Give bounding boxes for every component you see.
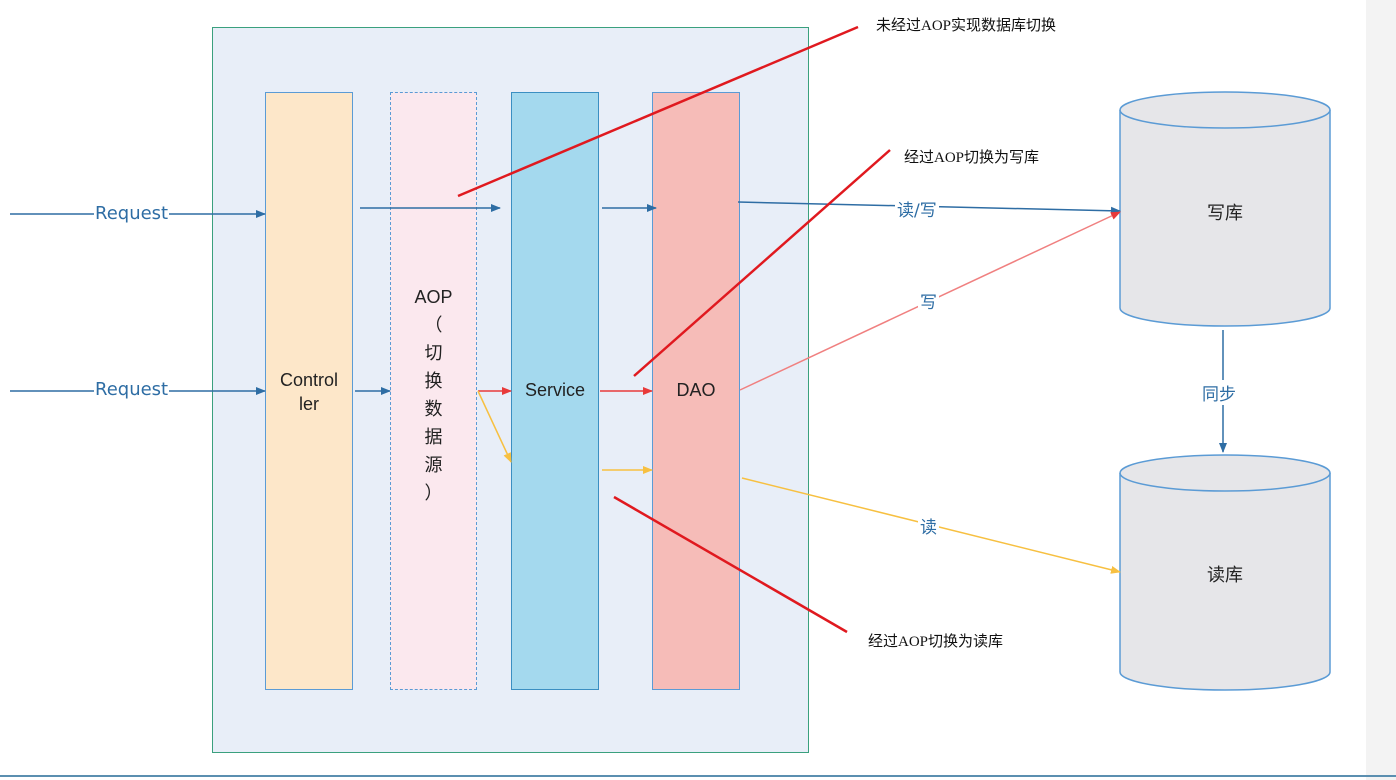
aop-label-line: 切 <box>424 343 443 363</box>
service-label: Service <box>524 380 586 400</box>
controller-label: Control ler <box>279 370 339 414</box>
aop-label-line: （ <box>424 315 443 335</box>
request-label-2: Request <box>94 379 170 400</box>
aop-label-line: ） <box>424 483 443 503</box>
architecture-diagram: Request Request Control ler AOP （ 切 换 数 … <box>0 0 1396 780</box>
write-db-label: 写库 <box>1207 203 1243 224</box>
read-db-label: 读库 <box>1207 565 1243 586</box>
note-line-no-aop <box>457 25 859 198</box>
aop-label-line: AOP <box>414 287 453 307</box>
request-label-1: Request <box>94 203 170 224</box>
note-aop-read: 经过AOP切换为读库 <box>868 634 1004 650</box>
note-line-aop-write <box>633 149 891 377</box>
aop-label-line: 数 <box>424 399 443 419</box>
aop-label-line: 源 <box>424 455 443 475</box>
note-line-aop-read <box>613 495 848 634</box>
aop-label-line: 换 <box>424 371 443 391</box>
read-write-edge-label: 读/写 <box>895 196 939 221</box>
read-edge-label: 读 <box>918 513 939 538</box>
aop-to-service-read-arrow <box>477 390 512 463</box>
aop-label-line: 据 <box>424 427 443 447</box>
note-no-aop: 未经过AOP实现数据库切换 <box>876 18 1057 34</box>
write-edge-label: 写 <box>918 288 939 313</box>
aop-label: AOP （ 切 换 数 据 源 ） <box>390 283 477 507</box>
note-aop-write: 经过AOP切换为写库 <box>904 150 1040 166</box>
dao-label: DAO <box>676 380 716 400</box>
sync-edge-label: 同步 <box>1200 380 1238 405</box>
